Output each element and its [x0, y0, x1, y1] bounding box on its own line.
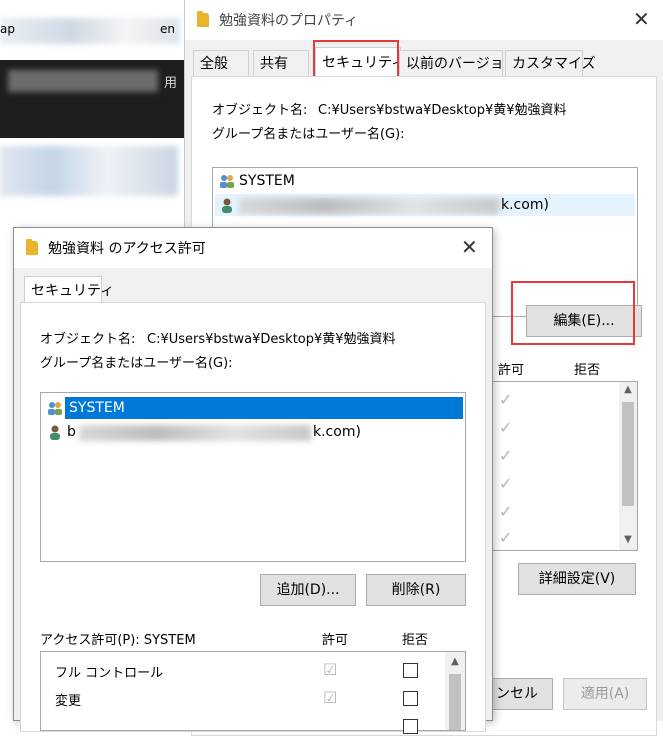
scroll-up-icon[interactable]: ▲ [445, 656, 465, 667]
check-icon: ✓ [499, 528, 513, 547]
access-permission-dialog: 勉強資料 のアクセス許可 ✕ セキュリティ オブジェクト名: C:¥Users¥… [13, 227, 493, 734]
permissions-label: アクセス許可(P): SYSTEM [40, 633, 196, 648]
user-list[interactable]: SYSTEM b k.com) [40, 392, 466, 562]
tab-customize[interactable]: カスタマイズ [505, 50, 596, 76]
object-name-value: C:¥Users¥bstwa¥Desktop¥黄¥勉強資料 [318, 103, 567, 118]
check-icon: ✓ [499, 418, 513, 437]
allow-checkbox-disabled: ☑ [323, 688, 338, 707]
user-name-prefix: b [67, 424, 76, 440]
allow-header: 許可 [322, 633, 349, 648]
user-name: SYSTEM [65, 397, 463, 419]
redacted-user-name [239, 198, 499, 214]
deny-checkbox[interactable] [403, 719, 418, 734]
group-icon [48, 402, 62, 415]
check-icon: ✓ [499, 390, 513, 409]
deny-checkbox[interactable] [403, 691, 418, 706]
tab-sharing[interactable]: 共有 [253, 50, 309, 76]
list-item-user[interactable]: k.com) [215, 194, 635, 216]
advanced-button[interactable]: 詳細設定(V) [518, 563, 636, 595]
user-name: SYSTEM [239, 173, 295, 189]
object-name-label: オブジェクト名: [212, 103, 308, 118]
scrollbar[interactable]: ▲ [445, 652, 465, 730]
permission-list[interactable]: ✓ ✓ ✓ ✓ ✓ ✓ ▲ ▼ [486, 381, 638, 551]
list-item-system[interactable]: SYSTEM [215, 170, 635, 192]
blurred-content [0, 146, 178, 196]
add-button[interactable]: 追加(D)... [260, 574, 356, 606]
permission-list[interactable]: フル コントロール ☑ 変更 ☑ ▲ [40, 651, 466, 734]
group-icon [220, 175, 234, 188]
permission-name: 変更 [55, 694, 82, 709]
remove-button[interactable]: 削除(R) [366, 574, 466, 606]
deny-header: 拒否 [574, 363, 601, 378]
apply-button[interactable]: 適用(A) [563, 678, 647, 710]
allow-checkbox-disabled: ☑ [323, 660, 338, 679]
user-icon [50, 425, 60, 440]
scroll-up-icon[interactable]: ▲ [619, 384, 637, 395]
scroll-thumb[interactable] [622, 402, 634, 506]
access-title: 勉強資料 のアクセス許可 [48, 241, 206, 257]
object-name-value: C:¥Users¥bstwa¥Desktop¥黄¥勉強資料 [147, 332, 396, 347]
deny-header: 拒否 [402, 633, 429, 648]
permission-name: フル コントロール [55, 666, 164, 681]
scrollbar[interactable]: ▲ ▼ [619, 382, 637, 550]
user-name-suffix: k.com) [501, 197, 549, 213]
allow-header: 許可 [498, 363, 525, 378]
blurred-content [8, 70, 158, 92]
tab-previous-versions[interactable]: 以前のバージョン [399, 50, 518, 76]
highlight-edit-button [511, 281, 635, 345]
object-name-label: オブジェクト名: [40, 332, 136, 347]
user-icon [222, 198, 232, 213]
scroll-thumb[interactable] [449, 674, 461, 730]
check-icon: ✓ [499, 502, 513, 521]
folder-icon [26, 239, 38, 255]
close-icon[interactable]: ✕ [461, 237, 478, 257]
blurred-content [0, 18, 180, 44]
scroll-down-icon[interactable]: ▼ [619, 534, 637, 545]
close-icon[interactable]: ✕ [633, 9, 650, 29]
folder-icon [197, 11, 209, 27]
list-item-user[interactable]: b k.com) [43, 421, 463, 443]
user-name-suffix: k.com) [313, 424, 361, 440]
tab-security[interactable]: セキュリティ [24, 276, 114, 304]
tab-general[interactable]: 全般 [193, 50, 249, 76]
check-icon: ✓ [499, 474, 513, 493]
group-label: グループ名またはユーザー名(G): [212, 127, 405, 142]
bg-fragment-1: ap [0, 22, 15, 36]
access-titlebar: 勉強資料 のアクセス許可 ✕ [14, 228, 492, 268]
bg-fragment-2: en [160, 22, 175, 36]
group-label: グループ名またはユーザー名(G): [40, 356, 233, 371]
deny-checkbox[interactable] [403, 663, 418, 678]
redacted-user-name [79, 425, 311, 441]
bg-fragment-3: 用 [164, 76, 178, 91]
properties-titlebar: 勉強資料のプロパティ ✕ [185, 0, 663, 40]
properties-title: 勉強資料のプロパティ [219, 13, 359, 29]
check-icon: ✓ [499, 446, 513, 465]
list-item-system[interactable]: SYSTEM [43, 397, 463, 419]
